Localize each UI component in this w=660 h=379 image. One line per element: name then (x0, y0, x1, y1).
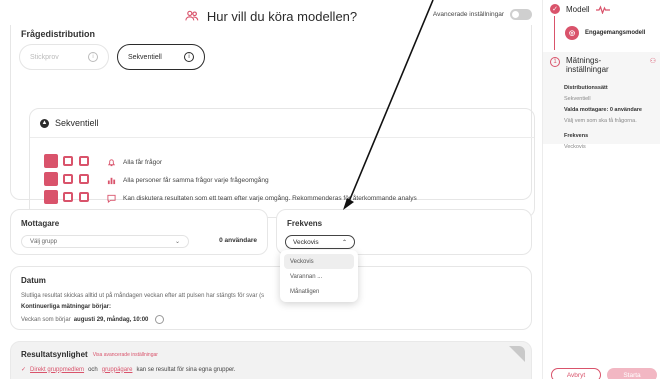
detail-label: Valda mottagare: 0 användare (564, 107, 642, 113)
clock-icon[interactable] (155, 315, 165, 324)
people-icon (185, 10, 199, 21)
option-label: Sekventiell (128, 53, 162, 61)
sequential-card: ▲ Sekventiell Alla får frågor Alla perso… (29, 108, 535, 218)
datum-start-value: Veckan som börjar augusti 29, måndag, 10:… (21, 315, 165, 324)
advanced-settings-toggle[interactable]: Avancerade inställningar (433, 9, 532, 20)
datum-title: Datum (21, 276, 46, 285)
chevron-up-icon: ⌃ (341, 239, 347, 246)
info-icon[interactable]: i (88, 52, 98, 62)
advanced-settings-label: Avancerade inställningar (432, 11, 504, 18)
frequency-panel: Frekvens Veckovis ⌃ (276, 209, 532, 255)
frequency-option[interactable]: Månatligen (284, 284, 354, 299)
option-label: Stickprov (30, 53, 59, 61)
detail-label: Distributionssätt (564, 85, 608, 91)
feature-text: Alla personer får samma frågor varje frå… (123, 177, 269, 184)
pulse-icon (595, 4, 610, 14)
frequency-select[interactable]: Veckovis ⌃ (285, 235, 355, 249)
step-number: 1 (550, 57, 560, 67)
step-label: Modell (566, 4, 590, 14)
step-model[interactable]: ✓ Modell (550, 4, 610, 14)
sequential-heading: Sekventiell (55, 118, 99, 128)
step-connector (554, 16, 555, 50)
main-content: Hur vill du köra modellen? Avancerade in… (0, 0, 542, 379)
option-stickprov[interactable]: Stickprov i (19, 44, 109, 70)
step-label: Mätnings- inställningar (566, 56, 609, 74)
recipients-title: Mottagare (21, 219, 60, 228)
detail-value: Sekventiell (564, 96, 591, 102)
page-title: Hur vill du köra modellen? (206, 8, 358, 24)
bell-icon (107, 158, 116, 167)
distribution-panel: Frågedistribution Stickprov i Sekventiel… (10, 25, 535, 218)
detail-label: Frekvens (564, 133, 589, 139)
info-icon[interactable]: i (184, 52, 194, 62)
check-icon: ✓ (21, 367, 27, 373)
group-owner-link[interactable]: gruppägare (102, 367, 133, 373)
model-chip[interactable]: ◎ Engagemangsmodell (565, 26, 645, 40)
direct-member-link[interactable]: Direkt gruppmedlem (30, 367, 84, 373)
chevron-up-icon[interactable]: ▲ (40, 118, 49, 128)
bar-chart-icon (107, 176, 116, 185)
frequency-option[interactable]: Veckovis (284, 254, 354, 269)
show-advanced-link[interactable]: Visa avancerade inställningar (93, 352, 158, 358)
chevron-down-icon: ⌄ (174, 239, 180, 245)
option-sekventiell[interactable]: Sekventiell i (117, 44, 205, 70)
distribution-label: Frågedistribution (21, 29, 95, 39)
sidebar: ✓ Modell ◎ Engagemangsmodell 1 Mätnings-… (542, 0, 660, 379)
people-icon: ⚇ (649, 58, 656, 65)
feature-item: Alla personer får samma frågor varje frå… (107, 176, 269, 185)
datum-description: Slutliga resultat skickas alltid ut på m… (21, 293, 265, 299)
datum-start-label: Kontinuerliga mätningar börjar: (21, 304, 112, 310)
frequency-dropdown: Veckovis Varannan ... Månatligen (280, 250, 358, 302)
feature-item: Alla får frågor (107, 158, 162, 167)
feature-item: Kan diskutera resultaten som ett team ef… (107, 194, 417, 203)
group-select[interactable]: Välj grupp ⌄ (21, 235, 189, 248)
cancel-button[interactable]: Avbryt (551, 368, 601, 379)
start-button[interactable]: Starta (607, 368, 657, 379)
sequential-header[interactable]: ▲ Sekventiell (40, 118, 99, 128)
detail-value: Veckovis (564, 144, 586, 150)
datum-panel: Datum Slutliga resultat skickas alltid u… (10, 266, 532, 330)
feature-text: Kan diskutera resultaten som ett team ef… (123, 195, 417, 202)
frequency-selected: Veckovis (293, 238, 319, 246)
group-select-placeholder: Välj grupp (30, 238, 58, 245)
divider (30, 137, 534, 138)
results-panel: Resultatsynlighet Visa avancerade instäl… (10, 341, 532, 379)
corner-decoration (509, 346, 525, 362)
chat-icon (107, 194, 116, 203)
user-count: 0 användare (219, 237, 257, 244)
step-measurement-settings[interactable]: 1 Mätnings- inställningar ⚇ (543, 52, 660, 144)
toggle-switch[interactable] (510, 9, 532, 20)
recipients-panel: Mottagare Välj grupp ⌄ 0 användare (10, 209, 268, 255)
app-window: Hur vill du köra modellen? Avancerade in… (0, 0, 660, 379)
frequency-option[interactable]: Varannan ... (284, 269, 354, 284)
frequency-title: Frekvens (287, 219, 323, 228)
feature-text: Alla får frågor (123, 159, 163, 166)
results-title: Resultatsynlighet Visa avancerade instäl… (21, 350, 158, 359)
results-line: ✓ Direkt gruppmedlem och gruppägare kan … (21, 366, 236, 374)
model-icon: ◎ (565, 26, 579, 40)
model-name: Engagemangsmodell (585, 30, 646, 36)
check-icon: ✓ (550, 4, 560, 14)
detail-value: Välj vem som ska få frågorna. (564, 118, 637, 124)
